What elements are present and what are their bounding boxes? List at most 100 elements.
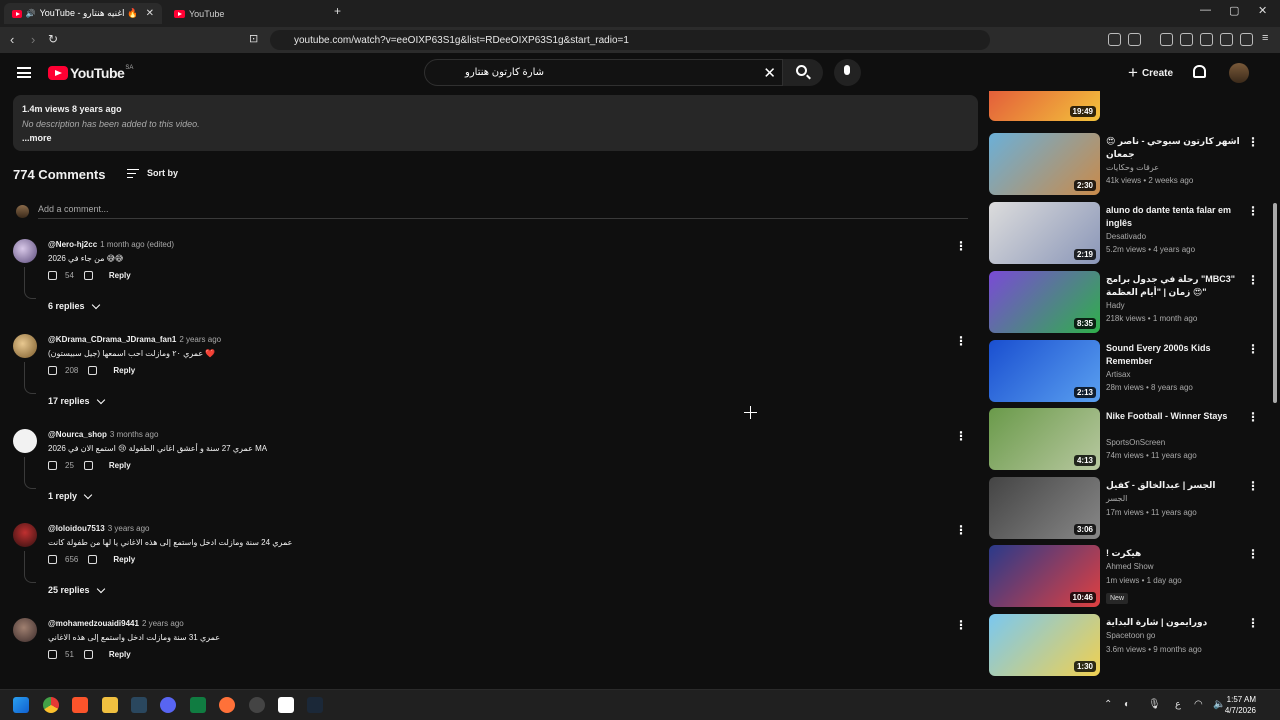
comment-more-icon[interactable]: ⋮ bbox=[955, 239, 967, 253]
video-thumbnail[interactable]: 2:13 bbox=[989, 340, 1100, 402]
video-more-icon[interactable]: ⋮ bbox=[1247, 204, 1259, 218]
video-thumbnail[interactable]: 10:46 bbox=[989, 545, 1100, 607]
video-more-icon[interactable]: ⋮ bbox=[1247, 135, 1259, 149]
search-input[interactable]: شارة كارتون هنتارو ✕ bbox=[424, 59, 783, 86]
reply-button[interactable]: Reply bbox=[113, 555, 135, 564]
music-icon[interactable] bbox=[1160, 33, 1173, 46]
commenter-handle[interactable]: @KDrama_CDrama_JDrama_fan1 bbox=[48, 335, 176, 344]
video-thumbnail[interactable]: 1:30 bbox=[989, 614, 1100, 676]
dislike-icon[interactable] bbox=[83, 271, 93, 280]
video-thumbnail[interactable]: 2:30 bbox=[989, 133, 1100, 195]
dislike-icon[interactable] bbox=[83, 461, 93, 470]
volume-icon[interactable]: 🔈 bbox=[1213, 699, 1225, 710]
minimize-button[interactable]: — bbox=[1200, 4, 1211, 16]
video-thumbnail[interactable]: 3:06 bbox=[989, 477, 1100, 539]
recommended-video[interactable]: 2:30 😍 اشهر كارتون سبوحي - ناصر جمعان عرقا… bbox=[989, 133, 1259, 196]
commenter-handle[interactable]: @Nero-hj2cc bbox=[48, 240, 97, 249]
video-thumbnail[interactable]: 2:19 bbox=[989, 202, 1100, 264]
like-icon[interactable] bbox=[48, 271, 57, 280]
file-explorer-icon[interactable] bbox=[102, 697, 118, 713]
tray-app-icon[interactable]: ◐ bbox=[1124, 699, 1130, 710]
scrollbar-thumb[interactable] bbox=[1273, 203, 1277, 403]
show-replies-button[interactable]: 25 replies bbox=[48, 584, 105, 595]
youtube-logo[interactable]: YouTube SA bbox=[48, 65, 133, 81]
video-title[interactable]: دورايمون | شارة البداية bbox=[1106, 616, 1244, 629]
address-bar[interactable]: youtube.com/watch?v=eeOIXP63S1g&list=RDe… bbox=[270, 30, 990, 50]
comment-more-icon[interactable]: ⋮ bbox=[955, 429, 967, 443]
language-indicator[interactable]: ع bbox=[1175, 699, 1181, 710]
commenter-handle[interactable]: @mohamedzouaidi9441 bbox=[48, 619, 139, 628]
video-thumbnail[interactable]: 19:49 bbox=[989, 91, 1100, 121]
reader-icon[interactable] bbox=[1128, 33, 1141, 46]
new-tab-button[interactable]: + bbox=[334, 4, 341, 18]
commenter-handle[interactable]: @Nourca_shop bbox=[48, 430, 107, 439]
channel-name[interactable]: Desativado bbox=[1106, 232, 1146, 241]
sidebar-icon[interactable] bbox=[1180, 33, 1193, 46]
recommended-video[interactable]: 2:19 aluno do dante tenta falar em inglês… bbox=[989, 202, 1259, 265]
microphone-icon[interactable]: 🎙 bbox=[1148, 699, 1161, 710]
account-avatar[interactable] bbox=[1229, 63, 1249, 83]
like-icon[interactable] bbox=[48, 366, 57, 375]
recommended-video[interactable]: 4:13 Nike Football - Winner Stays SportsOn… bbox=[989, 408, 1259, 471]
video-thumbnail[interactable]: 4:13 bbox=[989, 408, 1100, 470]
tray-chevron-icon[interactable]: ⌃ bbox=[1104, 699, 1112, 710]
close-tab-icon[interactable]: ✕ bbox=[146, 8, 154, 19]
firefox-icon[interactable] bbox=[219, 697, 235, 713]
video-more-icon[interactable]: ⋮ bbox=[1247, 273, 1259, 287]
show-replies-button[interactable]: 6 replies bbox=[48, 300, 100, 311]
comment-time[interactable]: 3 months ago bbox=[110, 430, 158, 439]
forward-icon[interactable]: › bbox=[31, 32, 35, 47]
sort-by-button[interactable]: Sort by bbox=[127, 168, 178, 178]
comment-time[interactable]: 3 years ago bbox=[108, 524, 150, 533]
dislike-icon[interactable] bbox=[88, 555, 98, 564]
hamburger-menu-icon[interactable] bbox=[17, 67, 31, 78]
tab-youtube-active[interactable]: 🔊 YouTube - اغنيه هنتارو 🔥🔥 ✕ bbox=[4, 3, 162, 24]
video-more-icon[interactable]: ⋮ bbox=[1247, 479, 1259, 493]
video-more-icon[interactable]: ⋮ bbox=[1247, 547, 1259, 561]
comment-time[interactable]: 2 years ago bbox=[142, 619, 184, 628]
video-title[interactable]: 😍 اشهر كارتون سبوحي - ناصر جمعان bbox=[1106, 135, 1244, 161]
channel-name[interactable]: Ahmed Show bbox=[1106, 562, 1154, 571]
recommended-video[interactable]: 3:06 الجسر | عبدالخالق - كفيل الجسر 17m vie… bbox=[989, 477, 1259, 540]
discord-icon[interactable] bbox=[160, 697, 176, 713]
show-replies-button[interactable]: 17 replies bbox=[48, 395, 105, 406]
video-more-icon[interactable]: ⋮ bbox=[1247, 342, 1259, 356]
video-title[interactable]: رحلة في جدول برامج "MBC3" زمان | "أيام ا… bbox=[1106, 273, 1244, 299]
commenter-avatar[interactable] bbox=[13, 239, 37, 263]
excel-icon[interactable] bbox=[190, 697, 206, 713]
like-icon[interactable] bbox=[48, 555, 57, 564]
commenter-avatar[interactable] bbox=[13, 618, 37, 642]
video-description[interactable]: 1.4m views 8 years ago No description ha… bbox=[13, 95, 978, 151]
maximize-button[interactable]: ▢ bbox=[1229, 4, 1239, 17]
comment-more-icon[interactable]: ⋮ bbox=[955, 334, 967, 348]
comment-more-icon[interactable]: ⋮ bbox=[955, 523, 967, 537]
reply-button[interactable]: Reply bbox=[109, 461, 131, 470]
roblox-icon[interactable] bbox=[278, 697, 294, 713]
like-icon[interactable] bbox=[48, 461, 57, 470]
dislike-icon[interactable] bbox=[88, 366, 98, 375]
menu-icon[interactable]: ≡ bbox=[1262, 32, 1268, 44]
vpn-icon[interactable] bbox=[1240, 33, 1253, 46]
search-button[interactable] bbox=[783, 59, 823, 86]
chatgpt-icon[interactable] bbox=[249, 697, 265, 713]
comment-more-icon[interactable]: ⋮ bbox=[955, 618, 967, 632]
video-title[interactable]: Nike Football - Winner Stays bbox=[1106, 410, 1244, 423]
create-button[interactable]: + Create bbox=[1118, 61, 1183, 85]
extensions-icon[interactable] bbox=[1108, 33, 1121, 46]
clock[interactable]: 1:57 AM 4/7/2026 bbox=[1225, 694, 1256, 716]
like-icon[interactable] bbox=[48, 650, 57, 659]
recommended-video[interactable]: 19:49243k views • 1 year ago bbox=[989, 91, 1259, 122]
close-window-button[interactable]: ✕ bbox=[1258, 4, 1267, 17]
dislike-icon[interactable] bbox=[83, 650, 93, 659]
video-title[interactable]: aluno do dante tenta falar em inglês bbox=[1106, 204, 1244, 230]
add-comment-box[interactable]: Add a comment... bbox=[13, 200, 968, 220]
clear-search-icon[interactable]: ✕ bbox=[763, 64, 776, 82]
channel-name[interactable]: SportsOnScreen bbox=[1106, 438, 1165, 447]
video-title[interactable]: ! هيكرت bbox=[1106, 547, 1244, 560]
reload-icon[interactable]: ↻ bbox=[48, 32, 58, 46]
steam-app-icon[interactable] bbox=[307, 697, 323, 713]
voice-search-button[interactable] bbox=[834, 59, 861, 86]
comment-time[interactable]: 2 years ago bbox=[179, 335, 221, 344]
reply-button[interactable]: Reply bbox=[113, 366, 135, 375]
video-title[interactable]: Sound Every 2000s Kids Remember bbox=[1106, 342, 1244, 368]
